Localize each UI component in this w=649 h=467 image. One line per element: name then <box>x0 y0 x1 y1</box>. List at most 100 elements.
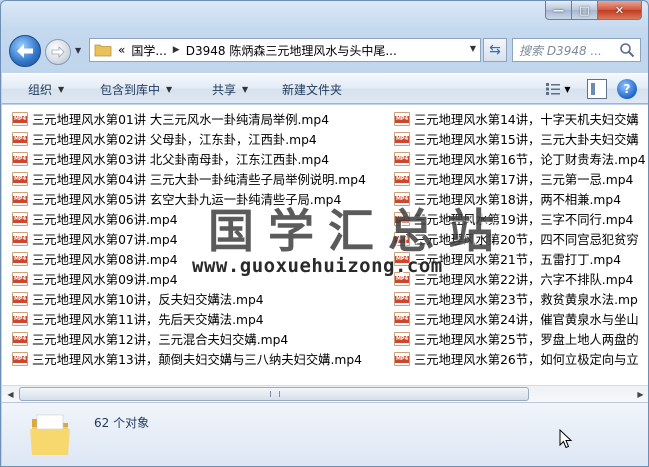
share-button[interactable]: 共享 ▼ <box>212 74 248 104</box>
file-name: 三元地理风水第17讲，三元第一忌.mp4 <box>414 173 634 187</box>
scrollbar-thumb[interactable] <box>19 387 529 401</box>
back-button[interactable] <box>9 35 41 67</box>
file-name: 三元地理风水第01讲 大三元风水一卦纯清局举例.mp4 <box>32 113 330 127</box>
file-item[interactable]: 三元地理风水第15讲，三元大卦夫妇交媾 <box>394 129 648 149</box>
details-pane: 62 个对象 <box>2 402 648 466</box>
mp4-file-icon <box>12 112 28 126</box>
change-view-button[interactable]: ▼ <box>541 78 575 100</box>
help-button[interactable]: ? <box>617 79 637 99</box>
recent-pages-dropdown[interactable]: ▼ <box>75 46 81 55</box>
mp4-file-icon <box>394 112 410 126</box>
mp4-file-icon <box>12 212 28 226</box>
file-item[interactable]: 三元地理风水第01讲 大三元风水一卦纯清局举例.mp4 <box>12 109 392 129</box>
file-item[interactable]: 三元地理风水第17讲，三元第一忌.mp4 <box>394 169 648 189</box>
file-list[interactable]: 三元地理风水第01讲 大三元风水一卦纯清局举例.mp4 三元地理风水第02讲 父母… <box>2 105 648 385</box>
close-button[interactable]: ✕ <box>598 1 642 20</box>
file-item[interactable]: 三元地理风水第25节，罗盘上地人两盘的 <box>394 329 648 349</box>
scroll-right-icon[interactable]: ▶ <box>632 386 648 402</box>
file-item[interactable]: 三元地理风水第24讲，催官黄泉水与坐山 <box>394 309 648 329</box>
file-item[interactable]: 三元地理风水第02讲 父母卦，江东卦，江西卦.mp4 <box>12 129 392 149</box>
chevron-down-icon: ▼ <box>166 84 173 94</box>
file-name: 三元地理风水第26节，如何立极定向与立 <box>414 353 639 367</box>
file-item[interactable]: 三元地理风水第14讲，十字天机夫妇交媾 <box>394 109 648 129</box>
breadcrumb-overflow[interactable]: « <box>118 43 125 57</box>
file-item[interactable]: 三元地理风水第13讲，颠倒夫妇交媾与三八纳夫妇交媾.mp4 <box>12 349 392 369</box>
file-name: 三元地理风水第09讲.mp4 <box>32 273 178 287</box>
address-bar[interactable]: « 国学... ▶ D3948 陈炳森三元地理风水与头中尾... ▼ <box>89 38 481 62</box>
file-name: 三元地理风水第03讲 北父卦南母卦，江东江西卦.mp4 <box>32 153 330 167</box>
folder-icon <box>30 414 70 455</box>
minimize-button[interactable]: — <box>545 1 572 20</box>
mp4-file-icon <box>12 192 28 206</box>
mp4-file-icon <box>394 352 410 366</box>
new-folder-label: 新建文件夹 <box>282 82 343 97</box>
file-name: 三元地理风水第10讲，反夫妇交媾法.mp4 <box>32 293 264 307</box>
watermark-title: 国学汇总站 <box>208 204 508 258</box>
file-item[interactable]: 三元地理风水第12讲，三元混合夫妇交媾.mp4 <box>12 329 392 349</box>
mp4-file-icon <box>394 332 410 346</box>
object-count: 62 个对象 <box>94 416 150 430</box>
file-name: 三元地理风水第15讲，三元大卦夫妇交媾 <box>414 133 639 147</box>
back-arrow-icon <box>17 44 33 58</box>
mp4-file-icon <box>12 272 28 286</box>
view-list-icon <box>546 83 561 95</box>
command-toolbar: 组织 ▼ 包含到库中 ▼ 共享 ▼ 新建文件夹 ▼ ? <box>2 73 648 104</box>
watermark-url: www.guoxuehuizong.com <box>192 255 443 277</box>
file-name: 三元地理风水第14讲，十字天机夫妇交媾 <box>414 113 639 127</box>
mp4-file-icon <box>394 292 410 306</box>
folder-icon <box>94 44 112 57</box>
refresh-button[interactable]: ⇆ <box>483 38 507 62</box>
mp4-file-icon <box>12 152 28 166</box>
file-item[interactable]: 三元地理风水第26节，如何立极定向与立 <box>394 349 648 369</box>
navigation-bar: ▼ « 国学... ▶ D3948 陈炳森三元地理风水与头中尾... ▼ ⇆ 搜… <box>9 33 641 69</box>
file-item[interactable]: 三元地理风水第11讲，先后天交媾法.mp4 <box>12 309 392 329</box>
file-name: 三元地理风水第22讲，六字不排队.mp4 <box>414 273 634 287</box>
file-name: 三元地理风水第04讲 三元大卦一卦纯清些子局举例说明.mp4 <box>32 173 366 187</box>
include-in-library-button[interactable]: 包含到库中 ▼ <box>100 74 172 104</box>
forward-button[interactable] <box>45 39 71 65</box>
scroll-left-icon[interactable]: ◀ <box>2 386 19 402</box>
file-name: 三元地理风水第13讲，颠倒夫妇交媾与三八纳夫妇交媾.mp4 <box>32 353 362 367</box>
mp4-file-icon <box>394 312 410 326</box>
mp4-file-icon <box>12 332 28 346</box>
file-name: 三元地理风水第24讲，催官黄泉水与坐山 <box>414 313 639 327</box>
file-item[interactable]: 三元地理风水第16节，论丁财贵寿法.mp4 <box>394 149 648 169</box>
file-name: 三元地理风水第23节，救贫黄泉水法.mp <box>414 293 638 307</box>
file-item[interactable]: 三元地理风水第03讲 北父卦南母卦，江东江西卦.mp4 <box>12 149 392 169</box>
file-name: 三元地理风水第12讲，三元混合夫妇交媾.mp4 <box>32 333 289 347</box>
horizontal-scrollbar[interactable]: ◀ ▶ <box>2 385 648 402</box>
search-input[interactable]: 搜索 D3948 ... <box>512 38 641 62</box>
address-dropdown-icon[interactable]: ▼ <box>470 44 476 53</box>
organize-button[interactable]: 组织 ▼ <box>28 74 64 104</box>
search-icon[interactable] <box>619 42 635 58</box>
mp4-file-icon <box>12 232 28 246</box>
include-in-library-label: 包含到库中 <box>100 82 161 97</box>
file-name: 三元地理风水第25节，罗盘上地人两盘的 <box>414 333 639 347</box>
forward-arrow-icon <box>51 46 65 58</box>
file-item[interactable]: 三元地理风水第10讲，反夫妇交媾法.mp4 <box>12 289 392 309</box>
refresh-icon: ⇆ <box>489 42 501 58</box>
mp4-file-icon <box>12 292 28 306</box>
mp4-file-icon <box>12 132 28 146</box>
mp4-file-icon <box>12 352 28 366</box>
file-name: 三元地理风水第16节，论丁财贵寿法.mp4 <box>414 153 646 167</box>
mp4-file-icon <box>394 152 410 166</box>
mp4-file-icon <box>12 252 28 266</box>
breadcrumb-item-current[interactable]: D3948 陈炳森三元地理风水与头中尾... <box>186 42 397 59</box>
preview-pane-button[interactable] <box>587 79 607 99</box>
chevron-down-icon: ▼ <box>58 84 65 94</box>
breadcrumb: « 国学... ▶ D3948 陈炳森三元地理风水与头中尾... <box>118 42 397 59</box>
organize-label: 组织 <box>28 82 53 97</box>
file-item[interactable]: 三元地理风水第23节，救贫黄泉水法.mp <box>394 289 648 309</box>
file-name: 三元地理风水第06讲.mp4 <box>32 213 178 227</box>
file-name: 三元地理风水第07讲.mp4 <box>32 233 178 247</box>
mp4-file-icon <box>12 312 28 326</box>
maximize-button[interactable]: □ <box>572 1 598 20</box>
chevron-down-icon: ▼ <box>242 84 249 94</box>
file-item[interactable]: 三元地理风水第04讲 三元大卦一卦纯清些子局举例说明.mp4 <box>12 169 392 189</box>
mp4-file-icon <box>394 132 410 146</box>
breadcrumb-separator-icon[interactable]: ▶ <box>173 45 180 55</box>
search-placeholder: 搜索 D3948 ... <box>519 43 602 58</box>
breadcrumb-item[interactable]: 国学... <box>131 42 166 59</box>
new-folder-button[interactable]: 新建文件夹 <box>282 74 342 104</box>
